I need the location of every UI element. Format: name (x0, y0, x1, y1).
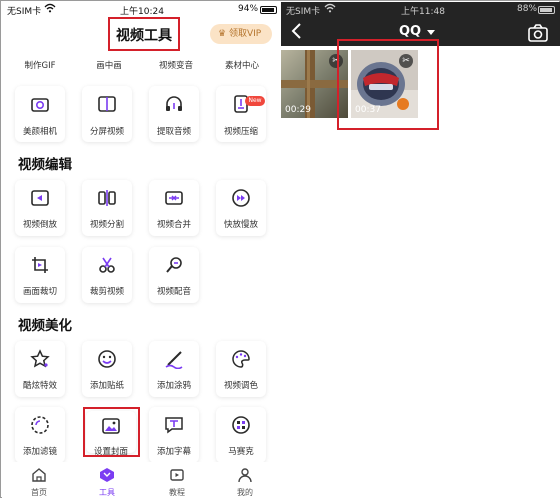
tab-tutorial-label: 教程 (169, 488, 185, 497)
status-time: 上午11:48 (401, 7, 445, 17)
title-highlight-box: 视频工具 (108, 17, 180, 51)
split-screen-icon (98, 96, 116, 112)
battery-icon (260, 6, 277, 14)
video-tools-screen: 无SIM卡 上午10:24 94% 视频工具 ♛ 领取VIP 制作GIF 画中画… (2, 2, 281, 498)
tool-label-beauty-camera: 美颜相机 (22, 127, 57, 137)
split-icon (98, 190, 116, 206)
chevron-down-icon[interactable] (427, 30, 435, 35)
set-cover-highlight-box (83, 407, 140, 457)
carrier-label: 无SIM卡 (7, 7, 42, 17)
battery-icon (538, 6, 555, 14)
video-picker-screen: 无SIM卡 上午11:48 88% QQ ✂ 00:29 ✂ 00:37 (281, 2, 560, 498)
battery-percent: 88% (517, 4, 538, 14)
tab-tutorial[interactable]: 教程 (152, 462, 202, 498)
tool-label-effects: 酷炫特效 (22, 381, 57, 391)
claim-vip-button[interactable]: ♛ 领取VIP (210, 24, 272, 44)
bottom-tab-bar: 首页 工具 教程 我的 (2, 462, 281, 498)
tab-tools[interactable]: 工具 (82, 462, 132, 498)
vip-label: 领取VIP (228, 29, 262, 39)
tools-icon (100, 468, 114, 482)
crop-icon (32, 257, 48, 273)
camera-icon[interactable] (528, 24, 548, 42)
tool-label-gif[interactable]: 制作GIF (7, 59, 73, 71)
palette-icon (232, 350, 250, 368)
filter-icon (31, 416, 49, 434)
tool-label-color-grade: 视频调色 (223, 381, 258, 391)
trim-icon (99, 257, 115, 273)
status-bar: 无SIM卡 上午10:24 94% (2, 2, 281, 18)
wifi-icon (44, 3, 56, 13)
section-title-video-edit: 视频编辑 (18, 157, 72, 173)
video-duration: 00:29 (285, 105, 311, 115)
home-icon (32, 468, 46, 482)
tab-tools-label: 工具 (99, 488, 115, 497)
reverse-icon (31, 190, 49, 206)
mosaic-icon (232, 416, 250, 434)
beauty-camera-icon (31, 98, 49, 112)
headphones-icon (166, 96, 182, 111)
back-icon[interactable] (289, 21, 305, 41)
screenshot-frame: 无SIM卡 上午10:24 94% 视频工具 ♛ 领取VIP 制作GIF 画中画… (0, 0, 560, 498)
tool-label-filter: 添加滤镜 (22, 447, 57, 457)
tool-label-compress: 视频压缩 (223, 127, 258, 137)
effects-star-icon (30, 349, 50, 368)
tool-label-split: 视频分割 (89, 220, 124, 230)
section-title-video-beautify: 视频美化 (18, 318, 72, 334)
album-selector[interactable]: QQ (399, 24, 421, 39)
new-badge: New (245, 96, 265, 106)
status-time: 上午10:24 (120, 7, 164, 17)
tool-label-subtitle: 添加字幕 (156, 447, 191, 457)
wifi-icon (324, 3, 336, 13)
dubbing-icon (166, 257, 182, 273)
tutorial-icon (170, 469, 184, 481)
profile-icon (238, 468, 252, 483)
tool-label-extract-audio: 提取音频 (156, 127, 191, 137)
tool-label-merge: 视频合并 (156, 220, 191, 230)
crown-icon: ♛ (218, 29, 227, 39)
page-title: 视频工具 (116, 28, 172, 44)
tab-profile[interactable]: 我的 (220, 462, 270, 498)
tool-label-split-screen: 分屏视频 (89, 127, 124, 137)
tool-label-mosaic: 马赛克 (228, 447, 254, 457)
tool-label-pip[interactable]: 画中画 (76, 59, 142, 71)
status-bar: 无SIM卡 上午11:48 88% (281, 2, 560, 17)
tool-label-material-center[interactable]: 素材中心 (209, 59, 275, 71)
tool-label-reverse: 视频倒放 (22, 220, 57, 230)
tab-profile-label: 我的 (237, 488, 253, 497)
merge-icon (165, 191, 183, 205)
tab-home[interactable]: 首页 (14, 462, 64, 498)
tool-label-crop: 画面裁切 (22, 287, 57, 297)
brush-icon (165, 351, 183, 369)
tool-label-sticker: 添加贴纸 (89, 381, 124, 391)
tool-label-dubbing: 视频配音 (156, 287, 191, 297)
tool-label-trim: 裁剪视频 (89, 287, 124, 297)
tool-label-voice-change[interactable]: 视频变音 (143, 59, 209, 71)
carrier-label: 无SIM卡 (286, 7, 321, 17)
tab-home-label: 首页 (31, 488, 47, 497)
sticker-icon (98, 350, 116, 368)
tool-label-speed: 快放慢放 (223, 220, 258, 230)
selected-video-highlight-box (337, 39, 439, 130)
battery-percent: 94% (238, 4, 259, 14)
speed-icon (232, 189, 250, 207)
subtitle-icon (165, 417, 183, 434)
tool-label-doodle: 添加涂鸦 (156, 381, 191, 391)
